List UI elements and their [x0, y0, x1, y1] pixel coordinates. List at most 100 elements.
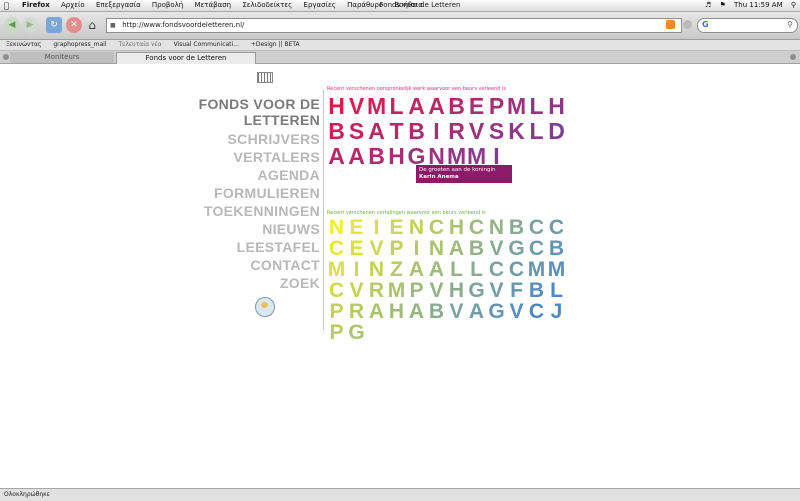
tab-moniteurs[interactable]: Moniteurs — [10, 52, 114, 63]
book-letter-link[interactable]: C — [327, 280, 347, 301]
book-letter-link[interactable]: C — [487, 259, 507, 280]
book-letter-link[interactable]: L — [447, 259, 467, 280]
spotlight-icon[interactable]: ⚲ — [791, 1, 796, 9]
book-letter-link[interactable]: H — [447, 217, 467, 238]
book-letter-link[interactable]: V — [507, 301, 527, 322]
book-letter-link[interactable]: C — [527, 217, 547, 238]
book-letter-link[interactable]: H — [327, 94, 347, 119]
search-input[interactable]: G ⚲ — [697, 18, 798, 33]
nav-item-zoek[interactable]: ZOEK — [180, 274, 320, 292]
nav-item-formulieren[interactable]: FORMULIEREN — [180, 184, 320, 202]
book-letter-link[interactable]: D — [547, 119, 567, 144]
book-letter-link[interactable]: B — [427, 301, 447, 322]
book-letter-link[interactable]: B — [367, 144, 387, 169]
book-letter-link[interactable]: P — [487, 94, 507, 119]
book-letter-link[interactable]: V — [347, 94, 367, 119]
book-letter-link[interactable]: V — [487, 280, 507, 301]
apple-icon[interactable]:  — [4, 0, 9, 11]
rss-icon[interactable] — [666, 20, 675, 29]
book-letter-link[interactable]: C — [507, 259, 527, 280]
go-icon[interactable] — [683, 20, 692, 29]
book-letter-link[interactable]: A — [367, 119, 387, 144]
book-letter-link[interactable]: N — [427, 238, 447, 259]
clock[interactable]: Thu 11:59 AM — [734, 1, 783, 9]
book-letter-link[interactable]: P — [327, 322, 347, 343]
book-letter-link[interactable]: V — [487, 238, 507, 259]
nav-item-contact[interactable]: CONTACT — [180, 256, 320, 274]
book-letter-link[interactable]: E — [467, 94, 487, 119]
back-arrow-icon[interactable]: ◀ — [4, 17, 20, 33]
book-letter-link[interactable]: R — [347, 301, 367, 322]
flag-icon[interactable]: ⚑ — [720, 1, 726, 9]
book-letter-link[interactable]: I — [407, 238, 427, 259]
book-letter-link[interactable]: L — [527, 94, 547, 119]
menu-view[interactable]: Προβολή — [152, 1, 183, 9]
book-letter-link[interactable]: L — [547, 280, 567, 301]
bookmark-design-beta[interactable]: +Design || BETA — [251, 41, 300, 48]
bookmark-graphopress-mail[interactable]: graphopress_mail — [53, 41, 106, 48]
book-letter-link[interactable]: M — [527, 259, 547, 280]
book-letter-link[interactable]: G — [347, 322, 367, 343]
menu-tools[interactable]: Εργασίες — [304, 1, 336, 9]
close-tab-icon[interactable] — [3, 54, 9, 60]
reload-icon[interactable]: ↻ — [46, 17, 62, 33]
book-letter-link[interactable]: H — [387, 144, 407, 169]
book-letter-link[interactable]: A — [427, 94, 447, 119]
book-letter-link[interactable]: I — [427, 119, 447, 144]
book-letter-link[interactable]: B — [407, 119, 427, 144]
mascot-icon[interactable] — [255, 297, 275, 317]
book-letter-link[interactable]: C — [527, 238, 547, 259]
book-letter-link[interactable]: M — [367, 94, 387, 119]
stop-icon[interactable]: ✕ — [66, 17, 82, 33]
book-letter-link[interactable]: C — [467, 217, 487, 238]
book-letter-link[interactable]: S — [487, 119, 507, 144]
menu-bookmarks[interactable]: Σελιδοδείκτες — [242, 1, 292, 9]
bookmark-visual-communication[interactable]: Visual Communicati... — [174, 41, 239, 48]
book-letter-link[interactable]: M — [507, 94, 527, 119]
book-letter-link[interactable]: C — [547, 217, 567, 238]
book-letter-link[interactable]: M — [547, 259, 567, 280]
book-letter-link[interactable]: C — [427, 217, 447, 238]
book-letter-link[interactable]: N — [487, 217, 507, 238]
book-letter-link[interactable]: G — [467, 280, 487, 301]
book-letter-link[interactable]: V — [447, 301, 467, 322]
book-letter-link[interactable]: N — [407, 217, 427, 238]
book-letter-link[interactable]: L — [467, 259, 487, 280]
book-letter-link[interactable]: R — [447, 119, 467, 144]
book-letter-link[interactable]: N — [327, 217, 347, 238]
tab-fonds-voor-de-letteren[interactable]: Fonds voor de Letteren — [116, 52, 256, 64]
book-letter-link[interactable]: C — [327, 238, 347, 259]
nav-item-nieuws[interactable]: NIEUWS — [180, 220, 320, 238]
book-letter-link[interactable]: M — [387, 280, 407, 301]
book-letter-link[interactable]: N — [367, 259, 387, 280]
nav-item-vertalers[interactable]: VERTALERS — [180, 148, 320, 166]
book-letter-link[interactable]: K — [507, 119, 527, 144]
book-letter-link[interactable]: V — [467, 119, 487, 144]
book-letter-link[interactable]: A — [347, 144, 367, 169]
book-letter-link[interactable]: B — [527, 280, 547, 301]
book-letter-link[interactable]: A — [327, 144, 347, 169]
bookmark-getting-started[interactable]: Ξεκινώντας — [6, 41, 41, 48]
book-letter-link[interactable]: P — [327, 301, 347, 322]
url-bar[interactable]: ■ http://www.fondsvoordeletteren.nl/ — [106, 18, 682, 33]
book-letter-link[interactable]: E — [347, 217, 367, 238]
book-letter-link[interactable]: B — [447, 94, 467, 119]
menu-go[interactable]: Μετάβαση — [194, 1, 231, 9]
book-letter-link[interactable]: L — [527, 119, 547, 144]
book-letter-link[interactable]: C — [527, 301, 547, 322]
nav-item-schrijvers[interactable]: SCHRIJVERS — [180, 130, 320, 148]
book-letter-link[interactable]: B — [467, 238, 487, 259]
book-letter-link[interactable]: G — [507, 238, 527, 259]
book-letter-link[interactable]: H — [447, 280, 467, 301]
menu-app-firefox[interactable]: Firefox — [22, 1, 50, 9]
book-letter-link[interactable]: A — [467, 301, 487, 322]
book-letter-link[interactable]: I — [367, 217, 387, 238]
book-letter-link[interactable]: I — [347, 259, 367, 280]
nav-item-toekenningen[interactable]: TOEKENNINGEN — [180, 202, 320, 220]
search-icon[interactable]: ⚲ — [787, 20, 793, 29]
site-logo-icon[interactable] — [257, 72, 273, 83]
book-letter-link[interactable]: P — [407, 280, 427, 301]
book-letter-link[interactable]: A — [447, 238, 467, 259]
close-tab-icon[interactable] — [790, 54, 796, 60]
book-letter-link[interactable]: L — [387, 94, 407, 119]
